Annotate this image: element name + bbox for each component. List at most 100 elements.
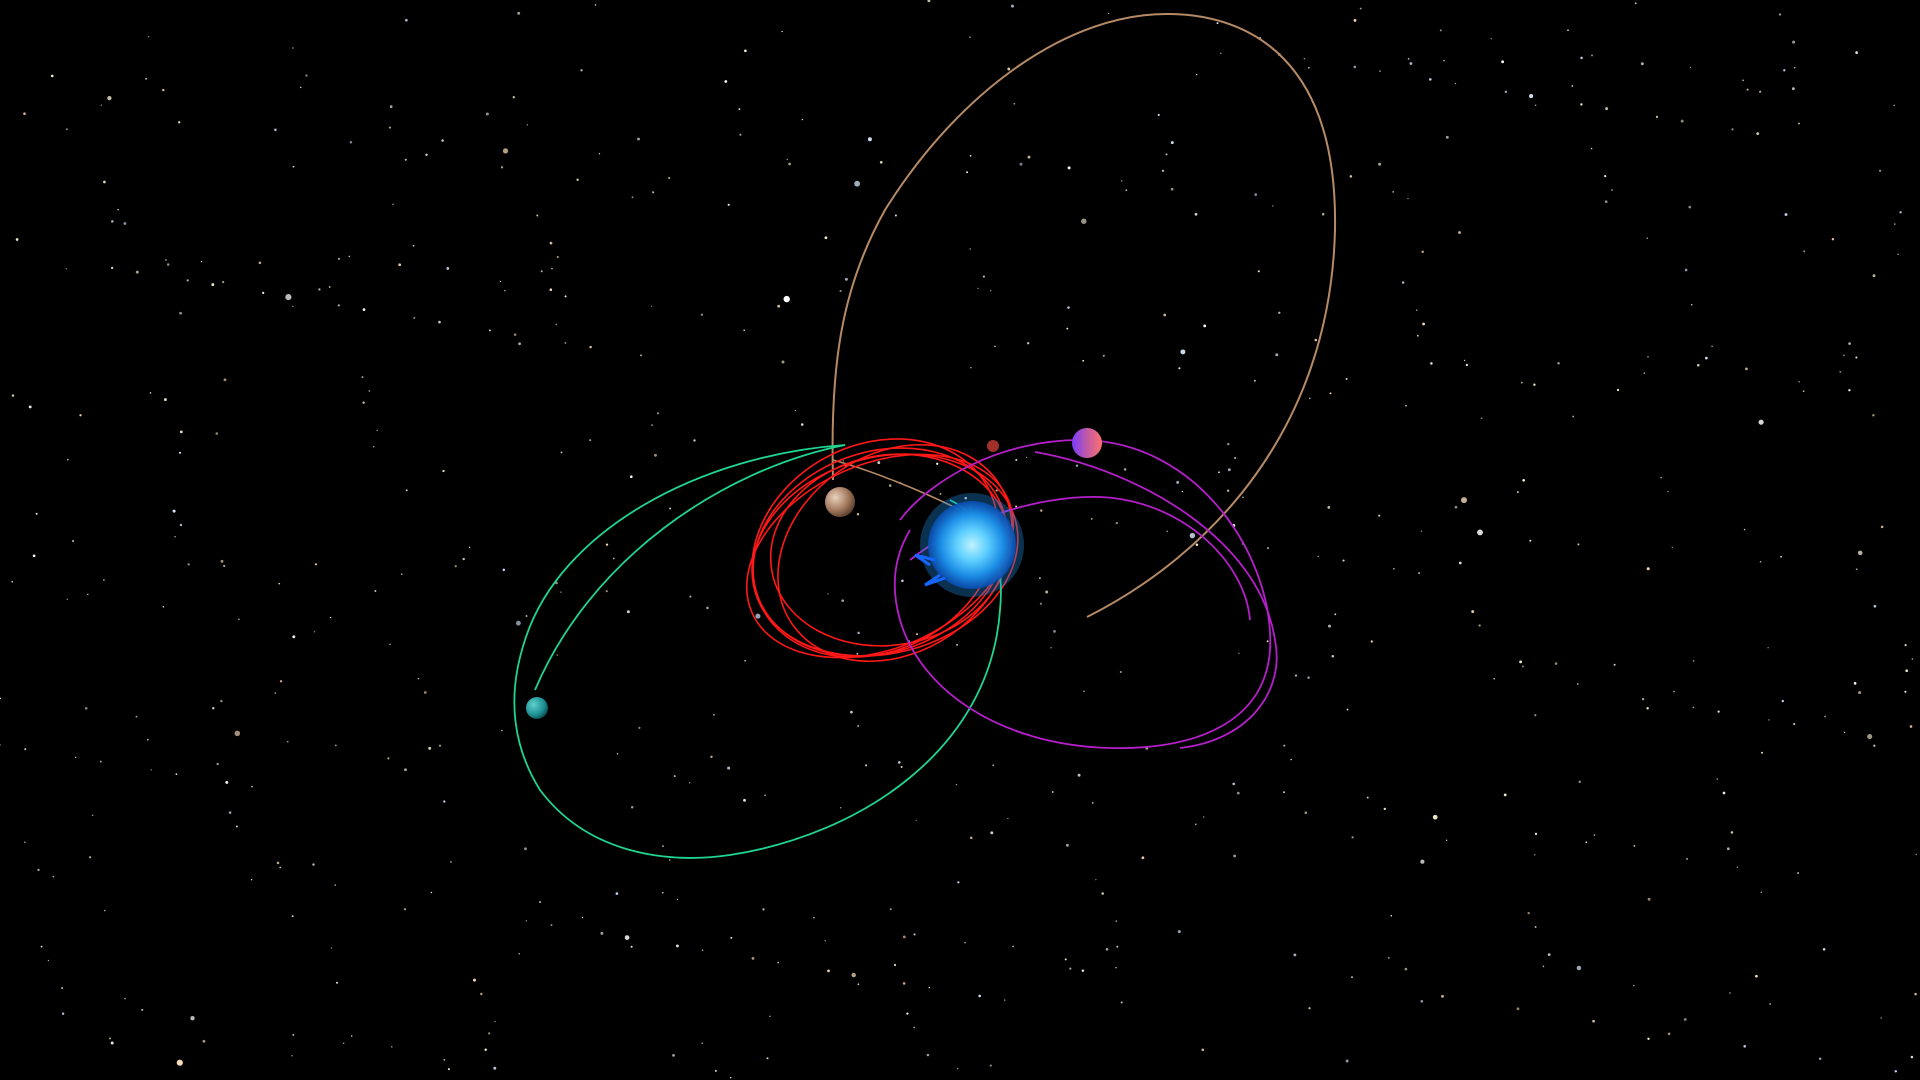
planet-pink[interactable]	[1072, 428, 1102, 458]
star	[629, 475, 633, 479]
star	[1893, 104, 1895, 107]
star	[995, 489, 998, 492]
star	[744, 659, 746, 662]
star	[1585, 841, 1588, 843]
star	[1726, 847, 1730, 851]
star	[1904, 644, 1907, 647]
star	[1334, 613, 1337, 616]
star	[701, 1042, 703, 1044]
star	[906, 1012, 909, 1015]
star	[1342, 559, 1345, 562]
star	[1194, 212, 1198, 216]
star	[1646, 567, 1650, 571]
star	[1781, 699, 1785, 703]
star	[1077, 773, 1081, 777]
star	[1392, 191, 1395, 193]
star	[1053, 629, 1056, 633]
star	[727, 203, 730, 206]
star	[202, 1039, 206, 1043]
star	[1872, 274, 1876, 278]
planet-tan[interactable]	[825, 487, 855, 517]
star	[1454, 82, 1457, 85]
star	[762, 908, 765, 911]
star	[1731, 128, 1734, 131]
star	[223, 378, 227, 382]
star	[964, 941, 966, 944]
star	[1855, 51, 1858, 54]
planet-teal[interactable]	[526, 697, 548, 719]
star	[589, 345, 592, 349]
star	[936, 462, 939, 465]
star	[318, 288, 321, 291]
star	[518, 952, 521, 955]
star	[516, 620, 521, 626]
star	[334, 744, 337, 747]
star	[969, 836, 973, 840]
star	[286, 740, 289, 743]
star	[1667, 1032, 1671, 1036]
star	[1839, 370, 1842, 373]
star	[786, 158, 789, 161]
star	[404, 158, 407, 161]
star	[1415, 309, 1418, 311]
star	[977, 287, 979, 290]
star	[1572, 415, 1575, 418]
star	[1170, 187, 1174, 191]
star	[1769, 1003, 1771, 1005]
star	[165, 259, 167, 261]
star	[179, 311, 182, 315]
star	[517, 11, 521, 15]
star	[518, 342, 521, 346]
planet-small-red[interactable]	[987, 440, 999, 452]
star	[176, 1059, 183, 1066]
star	[1746, 88, 1749, 91]
star	[893, 963, 897, 967]
star	[1705, 356, 1708, 360]
star	[1736, 866, 1739, 868]
star	[1793, 723, 1796, 726]
star	[1824, 715, 1826, 718]
star	[662, 845, 664, 848]
star	[442, 469, 445, 473]
star	[1910, 1055, 1914, 1059]
star	[894, 214, 897, 217]
star	[729, 1076, 732, 1079]
star	[706, 606, 709, 610]
star	[1647, 1037, 1650, 1040]
star	[488, 329, 491, 332]
star	[502, 568, 506, 572]
star	[1522, 478, 1526, 482]
star	[23, 112, 26, 116]
star	[1227, 442, 1230, 446]
star	[1680, 119, 1684, 123]
star	[1359, 7, 1362, 10]
star	[212, 707, 215, 710]
star	[630, 805, 634, 809]
star	[1880, 525, 1884, 529]
star	[215, 432, 219, 435]
star	[71, 539, 75, 543]
star	[1345, 1059, 1349, 1063]
star	[1275, 353, 1279, 357]
star	[441, 139, 444, 142]
star	[556, 654, 558, 656]
star	[179, 523, 183, 527]
star	[1253, 379, 1256, 382]
star	[493, 1066, 497, 1070]
star	[1759, 561, 1762, 563]
star	[1090, 518, 1093, 520]
star	[84, 707, 88, 710]
star	[502, 148, 509, 154]
star	[1604, 174, 1607, 178]
star	[857, 631, 860, 635]
star	[1404, 967, 1408, 971]
star	[504, 289, 506, 292]
star	[1218, 471, 1220, 474]
star	[1439, 29, 1442, 32]
star	[1461, 497, 1467, 504]
space-scene[interactable]	[0, 0, 1920, 1080]
star	[279, 680, 283, 683]
star	[755, 613, 761, 619]
star	[990, 831, 994, 835]
star	[1743, 528, 1746, 531]
